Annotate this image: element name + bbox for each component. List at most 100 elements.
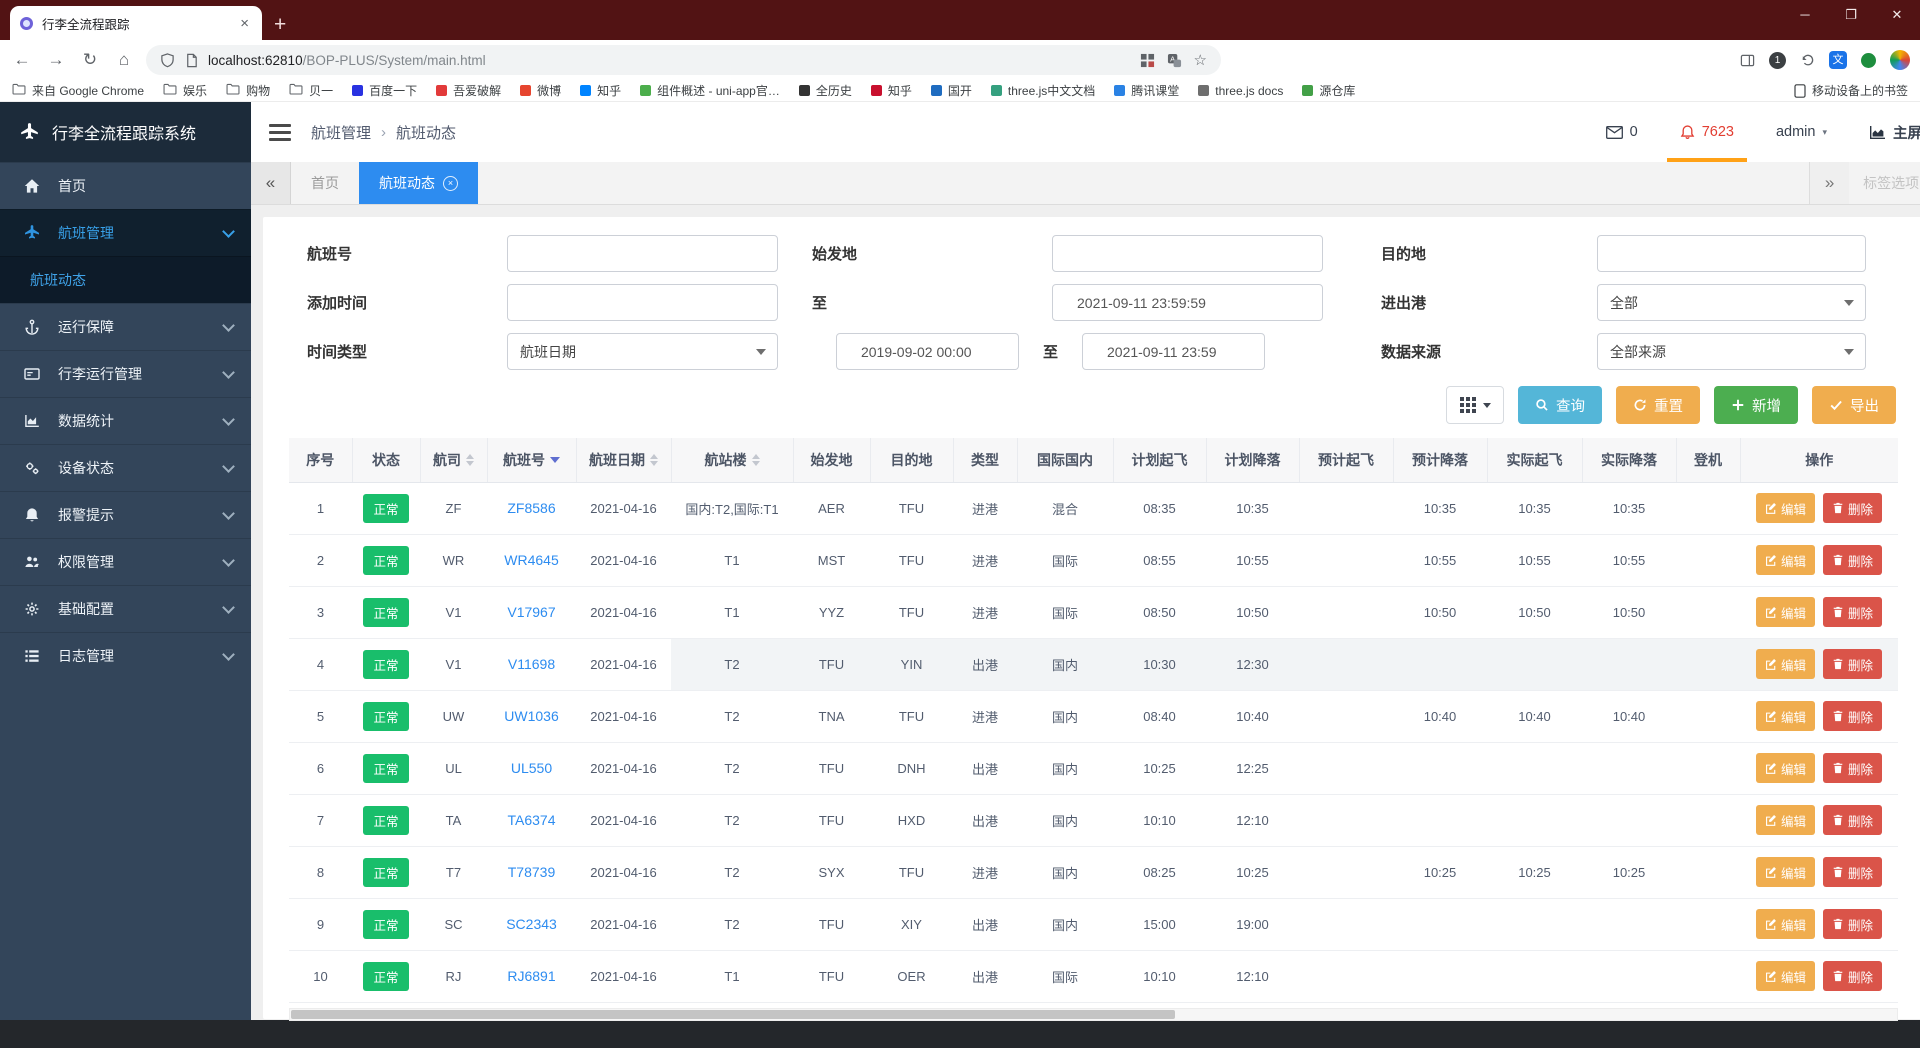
bookmark-item[interactable]: three.js中文文档 — [991, 82, 1095, 99]
edit-button[interactable]: 编辑 — [1756, 753, 1815, 783]
sort-icon[interactable] — [752, 454, 760, 466]
column-header-sched_dep[interactable]: 计划起飞 — [1113, 438, 1206, 482]
column-header-act_arr[interactable]: 实际降落 — [1582, 438, 1676, 482]
hamburger-icon[interactable] — [269, 120, 291, 145]
flight-number-link[interactable]: WR4645 — [504, 552, 558, 568]
browser-tab[interactable]: 行李全流程跟踪 × — [10, 6, 262, 40]
date-from-input[interactable] — [836, 333, 1019, 370]
tab-close-icon[interactable]: × — [237, 15, 252, 32]
bookmark-item[interactable]: 来自 Google Chrome — [12, 82, 144, 99]
edit-button[interactable]: 编辑 — [1756, 805, 1815, 835]
column-header-origin[interactable]: 始发地 — [793, 438, 870, 482]
side-panel-icon[interactable] — [1740, 53, 1755, 68]
column-header-sched_arr[interactable]: 计划降落 — [1206, 438, 1299, 482]
bookmark-item[interactable]: 国开 — [931, 82, 972, 99]
fragment-icon[interactable] — [1140, 53, 1155, 68]
horizontal-scrollbar[interactable] — [289, 1008, 1898, 1021]
column-header-type[interactable]: 类型 — [953, 438, 1017, 482]
history-arrow-icon[interactable] — [1800, 53, 1815, 68]
column-header-est_dep[interactable]: 预计起飞 — [1299, 438, 1393, 482]
sidebar-item-gears[interactable]: 设备状态 — [0, 444, 251, 491]
sidebar-item-users[interactable]: 权限管理 — [0, 538, 251, 585]
mobile-bookmarks[interactable]: 移动设备上的书签 — [1794, 82, 1908, 99]
bookmark-item[interactable]: 组件概述 - uni-app官… — [640, 82, 780, 99]
breadcrumb-parent[interactable]: 航班管理 — [311, 122, 371, 143]
sort-icon[interactable] — [650, 454, 658, 466]
sidebar-item-bell[interactable]: 报警提示 — [0, 491, 251, 538]
edit-button[interactable]: 编辑 — [1756, 909, 1815, 939]
column-header-status[interactable]: 状态 — [352, 438, 420, 482]
scrollbar-thumb[interactable] — [291, 1010, 1175, 1019]
address-bar[interactable]: localhost:62810/BOP-PLUS/System/main.htm… — [146, 45, 1221, 75]
flight-number-link[interactable]: RJ6891 — [507, 968, 555, 984]
delete-button[interactable]: 删除 — [1823, 545, 1882, 575]
user-menu[interactable]: admin ▾ — [1755, 102, 1848, 162]
sidebar-item-list[interactable]: 日志管理 — [0, 632, 251, 679]
minimize-button[interactable]: ─ — [1782, 0, 1828, 32]
dest-input[interactable] — [1597, 235, 1866, 272]
export-button[interactable]: 导出 — [1812, 386, 1896, 424]
sidebar-item-anchor[interactable]: 运行保障 — [0, 303, 251, 350]
delete-button[interactable]: 删除 — [1823, 493, 1882, 523]
bookmark-item[interactable]: 全历史 — [799, 82, 852, 99]
bookmark-item[interactable]: 贝一 — [289, 82, 333, 99]
added-time-to-input[interactable] — [1052, 284, 1323, 321]
sidebar-item-gear[interactable]: 基础配置 — [0, 585, 251, 632]
bookmark-item[interactable]: 知乎 — [580, 82, 621, 99]
delete-button[interactable]: 删除 — [1823, 805, 1882, 835]
reset-button[interactable]: 重置 — [1616, 386, 1700, 424]
bookmark-item[interactable]: 娱乐 — [163, 82, 207, 99]
sidebar-item-plane[interactable]: 航班管理 — [0, 209, 251, 256]
tab-flight-dynamics[interactable]: 航班动态 × — [359, 162, 478, 204]
flight-number-link[interactable]: UL550 — [511, 760, 552, 776]
home-icon[interactable]: ⌂ — [112, 50, 136, 70]
tabs-collapse-button[interactable]: « — [251, 162, 291, 204]
flight-number-link[interactable]: T78739 — [508, 864, 555, 880]
back-icon[interactable]: ← — [10, 50, 34, 70]
column-header-flight[interactable]: 航班号 — [487, 438, 576, 482]
flight-number-link[interactable]: ZF8586 — [507, 500, 555, 516]
time-type-select[interactable]: 航班日期 — [507, 333, 778, 370]
delete-button[interactable]: 删除 — [1823, 597, 1882, 627]
bookmark-item[interactable]: 购物 — [226, 82, 270, 99]
flight-number-link[interactable]: V11698 — [508, 656, 555, 672]
flight-number-link[interactable]: SC2343 — [506, 916, 557, 932]
tab-options-button[interactable]: 标签选项 ▾ — [1863, 173, 1920, 193]
column-header-terminal[interactable]: 航站楼 — [671, 438, 793, 482]
green-extension-icon[interactable] — [1861, 53, 1876, 68]
flight-number-link[interactable]: TA6374 — [508, 812, 556, 828]
delete-button[interactable]: 删除 — [1823, 753, 1882, 783]
delete-button[interactable]: 删除 — [1823, 857, 1882, 887]
column-header-airline[interactable]: 航司 — [420, 438, 487, 482]
edit-button[interactable]: 编辑 — [1756, 597, 1815, 627]
translate-extension-icon[interactable]: 文 — [1829, 51, 1847, 69]
bookmark-item[interactable]: 知乎 — [871, 82, 912, 99]
delete-button[interactable]: 删除 — [1823, 961, 1882, 991]
query-button[interactable]: 查询 — [1518, 386, 1602, 424]
delete-button[interactable]: 删除 — [1823, 649, 1882, 679]
edit-button[interactable]: 编辑 — [1756, 493, 1815, 523]
column-header-boarding[interactable]: 登机 — [1676, 438, 1740, 482]
bookmark-item[interactable]: 腾讯课堂 — [1114, 82, 1179, 99]
sidebar-item-chart[interactable]: 数据统计 — [0, 397, 251, 444]
flight-number-link[interactable]: UW1036 — [504, 708, 558, 724]
sort-desc-icon[interactable] — [550, 457, 560, 463]
maximize-button[interactable]: ❐ — [1828, 0, 1874, 32]
delete-button[interactable]: 删除 — [1823, 909, 1882, 939]
bookmark-item[interactable]: three.js docs — [1198, 84, 1283, 98]
column-header-act_dep[interactable]: 实际起飞 — [1487, 438, 1582, 482]
bookmark-item[interactable]: 微博 — [520, 82, 561, 99]
close-button[interactable]: ✕ — [1874, 0, 1920, 32]
add-button[interactable]: 新增 — [1714, 386, 1798, 424]
columns-button[interactable] — [1446, 386, 1504, 424]
column-header-no[interactable]: 序号 — [289, 438, 352, 482]
tab-close-icon[interactable]: × — [443, 176, 458, 191]
delete-button[interactable]: 删除 — [1823, 701, 1882, 731]
messages-indicator[interactable]: 0 — [1585, 102, 1659, 162]
profile-avatar[interactable] — [1890, 50, 1910, 70]
bookmark-star-icon[interactable]: ☆ — [1194, 51, 1207, 69]
translate-page-icon[interactable]: A — [1167, 53, 1182, 68]
column-header-intl[interactable]: 国际国内 — [1017, 438, 1113, 482]
sidebar-item-home[interactable]: 首页 — [0, 162, 251, 209]
bookmark-item[interactable]: 吾爱破解 — [436, 82, 501, 99]
